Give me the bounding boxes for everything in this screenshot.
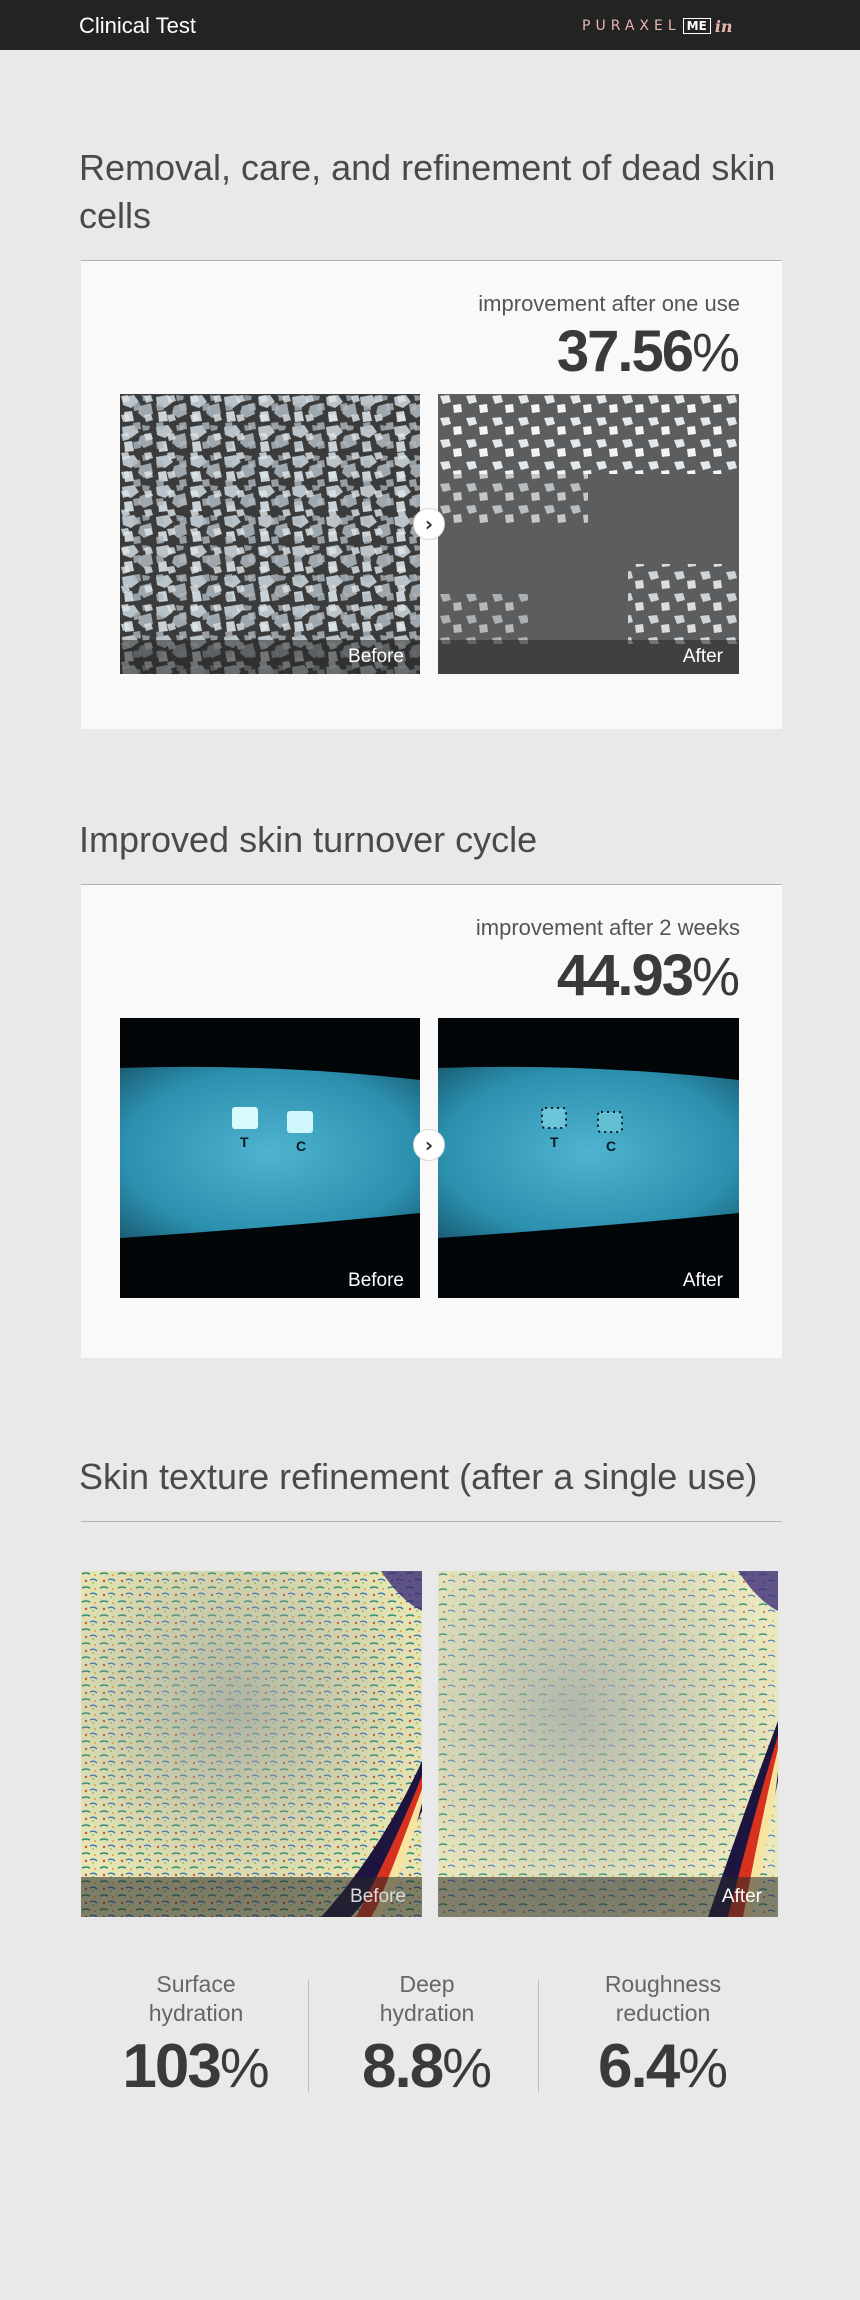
- after-label: After: [682, 646, 723, 667]
- page-header-title: Clinical Test: [79, 13, 196, 38]
- stat-label-line1: Deep: [399, 1971, 455, 1997]
- brand-logo-text: PURAXEL: [582, 18, 681, 34]
- marker-label-c: C: [606, 1138, 617, 1154]
- improvement-number: 37.56: [556, 319, 694, 384]
- stat-number: 103: [122, 2032, 221, 2101]
- before-image: T C Before: [120, 1018, 420, 1298]
- section-title-texture: Skin texture refinement (after a single …: [79, 1456, 758, 1497]
- marker-label-t: T: [240, 1134, 249, 1150]
- brand-logo[interactable]: PURAXEL ME in: [582, 16, 733, 36]
- section-divider: [81, 1521, 782, 1522]
- after-image: After: [438, 1571, 778, 1917]
- before-caption-bar: Before: [120, 640, 420, 674]
- stat-roughness-reduction: Roughness reduction 6.4%: [563, 1970, 763, 2101]
- stats-row: Surface hydration 103% Deep hydration 8.…: [81, 1970, 782, 2110]
- stat-unit: %: [219, 2036, 270, 2099]
- improvement-value: 37.56%: [557, 319, 740, 386]
- stat-label-line2: reduction: [615, 2000, 711, 2026]
- improvement-label: improvement after 2 weeks: [475, 915, 740, 940]
- before-label: Before: [350, 1886, 406, 1907]
- before-label: Before: [348, 646, 404, 667]
- skin-texture-after-map: [438, 1571, 778, 1917]
- improvement-number: 44.93: [556, 943, 694, 1008]
- improvement-value: 44.93%: [557, 943, 740, 1010]
- before-label: Before: [348, 1270, 404, 1291]
- after-label: After: [721, 1886, 762, 1907]
- marker-label-c: C: [296, 1138, 307, 1154]
- improvement-unit: %: [691, 947, 740, 1007]
- stat-label: Deep hydration: [327, 1970, 527, 2028]
- section-title-turnover: Improved skin turnover cycle: [79, 819, 538, 860]
- after-caption-bar: After: [438, 640, 739, 674]
- stat-divider: [308, 1980, 309, 2092]
- after-caption-bar: After: [438, 1877, 778, 1917]
- stat-value: 8.8%: [327, 2034, 527, 2101]
- stat-value: 103%: [96, 2034, 296, 2101]
- brand-logo-script: in: [714, 16, 733, 36]
- stat-divider: [538, 1980, 539, 2092]
- stat-value: 6.4%: [563, 2034, 763, 2101]
- stat-unit: %: [442, 2036, 492, 2099]
- result-card-turnover: improvement after 2 weeks 44.93% T C Bef…: [81, 885, 782, 1358]
- after-image: After: [438, 394, 739, 674]
- before-image: Before: [81, 1571, 422, 1917]
- dead-skin-before-texture: [120, 394, 420, 674]
- after-caption-bar: After: [438, 1264, 739, 1298]
- stat-number: 8.8: [362, 2032, 444, 2101]
- after-label: After: [682, 1270, 723, 1291]
- improvement-label: improvement after one use: [478, 291, 740, 316]
- stat-label-line1: Roughness: [604, 1971, 722, 1997]
- uv-arm-before: [120, 1018, 420, 1298]
- marker-label-t: T: [550, 1134, 559, 1150]
- brand-logo-badge: ME: [682, 18, 711, 34]
- section-title-dead-skin: Removal, care, and refinement of dead sk…: [79, 147, 776, 236]
- stat-label-line1: Surface: [156, 1971, 236, 1997]
- improvement-unit: %: [691, 323, 740, 383]
- stat-label-line2: hydration: [379, 2000, 475, 2026]
- stat-label: Roughness reduction: [563, 1970, 763, 2028]
- skin-texture-before-map: [81, 1571, 422, 1917]
- stat-unit: %: [678, 2036, 728, 2099]
- before-image: Before: [120, 394, 420, 674]
- dead-skin-after-texture: [438, 394, 739, 674]
- stat-deep-hydration: Deep hydration 8.8%: [327, 1970, 527, 2101]
- stat-label-line2: hydration: [148, 2000, 244, 2026]
- stat-number: 6.4: [598, 2032, 680, 2101]
- before-caption-bar: Before: [120, 1264, 420, 1298]
- after-image: T C After: [438, 1018, 739, 1298]
- result-card-dead-skin: improvement after one use 37.56% Before …: [81, 261, 782, 729]
- stat-surface-hydration: Surface hydration 103%: [96, 1970, 296, 2101]
- uv-arm-after: [438, 1018, 739, 1298]
- top-bar: Clinical Test PURAXEL ME in: [0, 0, 860, 50]
- chevron-right-icon[interactable]: ›: [413, 1129, 445, 1161]
- stat-label: Surface hydration: [96, 1970, 296, 2028]
- chevron-right-icon[interactable]: ›: [413, 508, 445, 540]
- before-caption-bar: Before: [81, 1877, 422, 1917]
